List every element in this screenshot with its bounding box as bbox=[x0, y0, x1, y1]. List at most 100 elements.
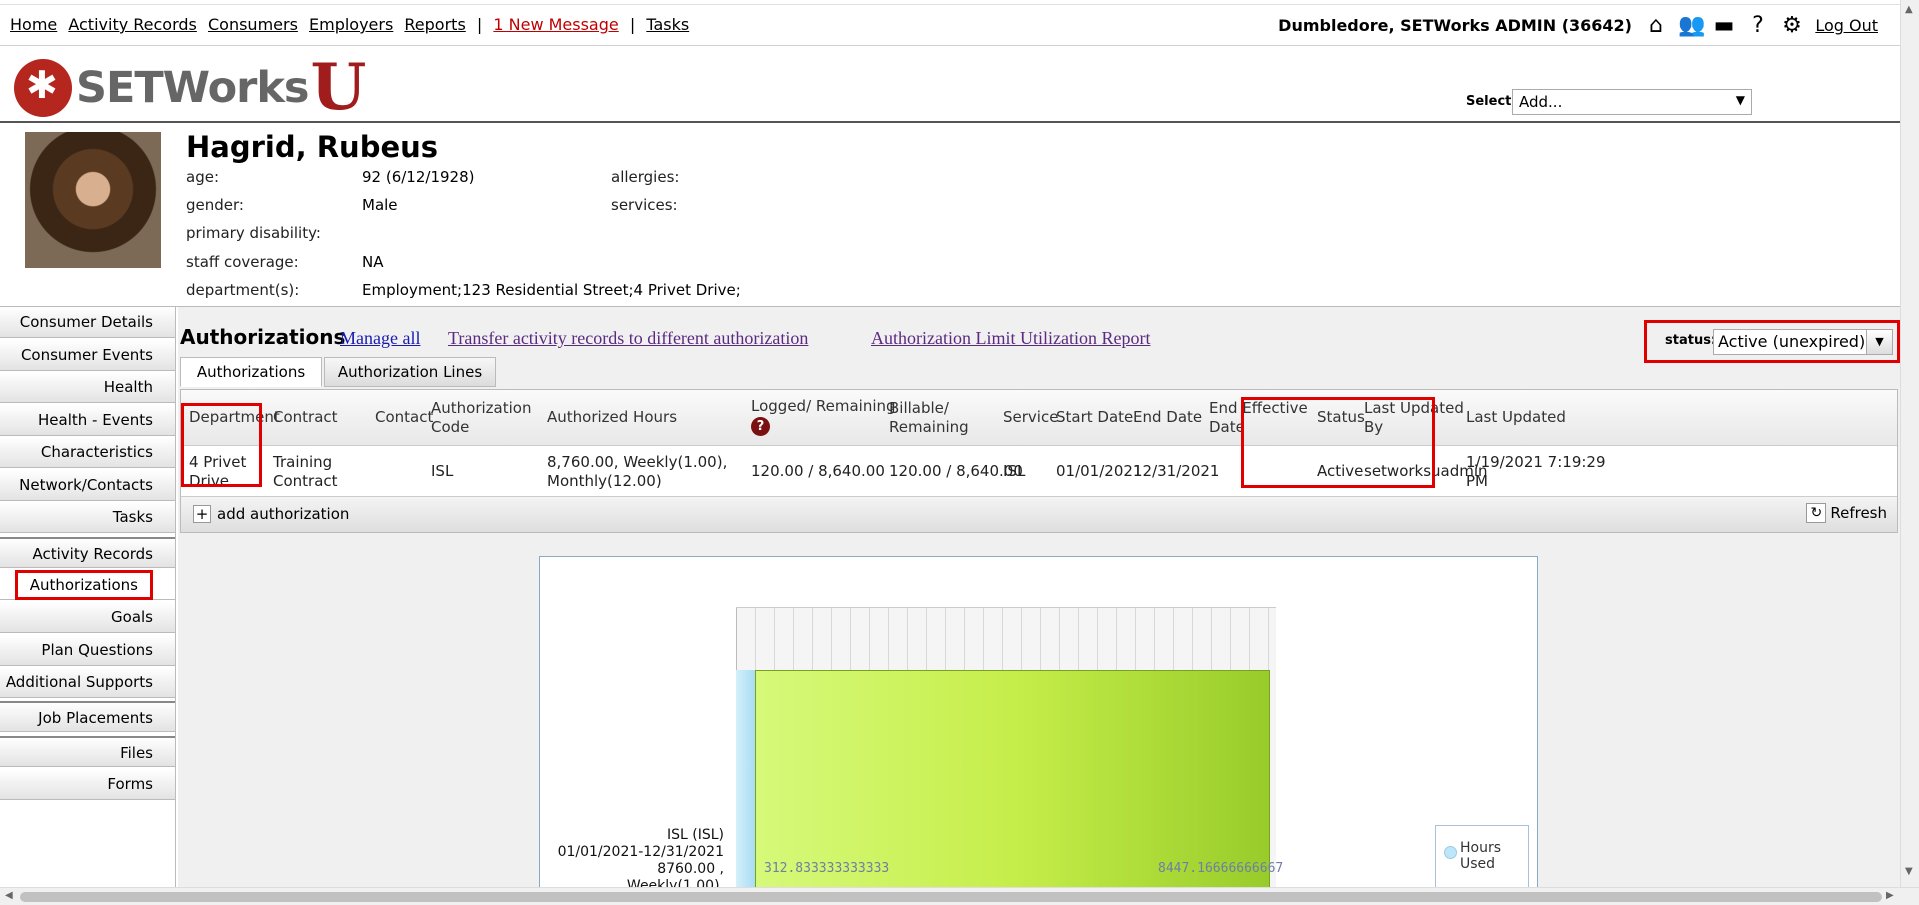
gender-value: Male bbox=[362, 196, 398, 214]
sidebar-item-label: Job Placements bbox=[38, 709, 153, 727]
select-add-dropdown[interactable]: Add... ▼ bbox=[1512, 89, 1752, 115]
column-header-last-updated[interactable]: Last Updated bbox=[1466, 408, 1566, 427]
help-icon[interactable]: ? bbox=[1746, 14, 1770, 38]
status-select[interactable]: Active (unexpired) ▼ bbox=[1713, 329, 1893, 355]
horizontal-scrollbar[interactable]: ◀ ▶ bbox=[0, 887, 1919, 905]
home-icon[interactable]: ⌂ bbox=[1644, 14, 1668, 38]
column-header-authorized-hours[interactable]: Authorized Hours bbox=[547, 408, 677, 427]
help-icon[interactable]: ? bbox=[751, 417, 770, 436]
people-icon[interactable]: 👥 bbox=[1678, 14, 1705, 38]
add-authorization-button[interactable]: + add authorization bbox=[193, 505, 349, 523]
nav-consumers-link[interactable]: Consumers bbox=[208, 15, 298, 34]
bar-hours-used bbox=[736, 670, 755, 905]
status-select-value: Active (unexpired) bbox=[1718, 332, 1866, 351]
horizontal-scroll-thumb[interactable] bbox=[20, 892, 1882, 902]
top-nav: Home Activity Records Consumers Employer… bbox=[0, 4, 1900, 46]
select-add-label: Select: bbox=[1466, 94, 1517, 109]
sidebar-item-forms[interactable]: Forms bbox=[0, 769, 175, 800]
column-header-contact[interactable]: Contact bbox=[375, 408, 433, 427]
age-value: 92 (6/12/1928) bbox=[362, 168, 475, 186]
nav-separator: | bbox=[629, 15, 636, 34]
authorizations-table: Department Contract Contact Authorizatio… bbox=[180, 389, 1898, 533]
sidebar-item-label: Consumer Events bbox=[20, 346, 153, 364]
cell-last-updated: 1/19/2021 7:19:29 PM bbox=[1466, 453, 1606, 491]
sidebar-item-authorizations[interactable]: Authorizations bbox=[0, 569, 175, 600]
category-label: ISL (ISL) 01/01/2021-12/31/2021 8760.00 … bbox=[540, 827, 724, 895]
manage-all-link[interactable]: Manage all bbox=[340, 328, 420, 349]
sidebar-item-job-placements[interactable]: Job Placements bbox=[0, 701, 175, 732]
nav-reports-link[interactable]: Reports bbox=[404, 15, 465, 34]
category-label-line2: 01/01/2021-12/31/2021 bbox=[557, 844, 724, 860]
add-authorization-label: add authorization bbox=[217, 505, 350, 523]
scroll-left-icon[interactable]: ◀ bbox=[5, 890, 13, 901]
vertical-scrollbar[interactable]: ▲ ▼ bbox=[1900, 0, 1919, 887]
sidebar-item-plan-questions[interactable]: Plan Questions bbox=[0, 635, 175, 666]
sidebar-item-consumer-details[interactable]: Consumer Details bbox=[0, 307, 175, 338]
column-header-auth-code[interactable]: Authorization Code bbox=[431, 399, 531, 437]
column-header-contract[interactable]: Contract bbox=[273, 408, 338, 427]
cell-contract: Training Contract bbox=[273, 453, 338, 491]
column-header-end-date[interactable]: End Date bbox=[1133, 408, 1202, 427]
sidebar-item-label: Health bbox=[103, 378, 153, 396]
sidebar-item-activity-records[interactable]: Activity Records bbox=[0, 537, 175, 568]
chevron-down-icon[interactable]: ▼ bbox=[1866, 330, 1892, 354]
transfer-activity-records-link[interactable]: Transfer activity records to different a… bbox=[448, 328, 808, 349]
column-header-service[interactable]: Service bbox=[1003, 408, 1058, 427]
setworks-logo[interactable]: SETWorks U bbox=[14, 56, 366, 120]
sidebar-item-label: Characteristics bbox=[40, 443, 153, 461]
refresh-button[interactable]: ↻ Refresh bbox=[1806, 503, 1887, 523]
column-header-auth-code-line2: Code bbox=[431, 418, 470, 436]
scroll-right-icon[interactable]: ▶ bbox=[1886, 890, 1894, 901]
logo-bar: SETWorks U Select: Add... ▼ bbox=[0, 47, 1900, 123]
gender-label: gender: bbox=[186, 196, 244, 214]
sidebar-item-label: Files bbox=[120, 744, 153, 762]
staff-coverage-value: NA bbox=[362, 253, 384, 271]
sidebar-item-goals[interactable]: Goals bbox=[0, 602, 175, 633]
sidebar-item-label: Forms bbox=[107, 775, 153, 793]
data-label-hours-used: 312.833333333333 bbox=[764, 861, 890, 876]
logo-text: SETWorks bbox=[76, 63, 310, 113]
briefcase-icon[interactable]: ▬ bbox=[1712, 14, 1736, 38]
logout-link[interactable]: Log Out bbox=[1815, 16, 1878, 35]
sidebar-item-network-contacts[interactable]: Network/Contacts bbox=[0, 470, 175, 501]
column-header-logged-remaining-label: Logged/ Remaining bbox=[751, 397, 896, 415]
table-footer: + add authorization ↻ Refresh bbox=[181, 496, 1897, 532]
sidebar-item-tasks[interactable]: Tasks bbox=[0, 502, 175, 533]
nav-new-message-link[interactable]: 1 New Message bbox=[493, 15, 618, 34]
data-label-hours-remaining: 8447.16666666667 bbox=[1158, 861, 1284, 876]
sidebar-item-label: Network/Contacts bbox=[19, 476, 153, 494]
cell-start-date: 01/01/2021 bbox=[1056, 462, 1143, 480]
sidebar-item-files[interactable]: Files bbox=[0, 736, 175, 767]
nav-home-link[interactable]: Home bbox=[10, 15, 57, 34]
scroll-down-icon[interactable]: ▼ bbox=[1905, 866, 1913, 877]
scroll-up-icon[interactable]: ▲ bbox=[1905, 4, 1913, 15]
top-nav-links: Home Activity Records Consumers Employer… bbox=[10, 15, 695, 34]
status-label: status: bbox=[1665, 333, 1717, 348]
nav-separator: | bbox=[476, 15, 483, 34]
tab-authorizations[interactable]: Authorizations bbox=[180, 357, 322, 387]
sidebar-item-label: Goals bbox=[111, 608, 153, 626]
nav-employers-link[interactable]: Employers bbox=[309, 15, 393, 34]
authorization-utilization-chart: 312.833333333333 8447.16666666667 ISL (I… bbox=[539, 556, 1538, 905]
column-header-auth-code-line1: Authorization bbox=[431, 399, 532, 417]
column-header-billable-remaining[interactable]: Billable/Remaining bbox=[889, 399, 969, 437]
nav-activity-records-link[interactable]: Activity Records bbox=[68, 15, 197, 34]
tab-authorization-lines[interactable]: Authorization Lines bbox=[324, 357, 496, 387]
sidebar-item-characteristics[interactable]: Characteristics bbox=[0, 437, 175, 468]
sidebar-item-health[interactable]: Health bbox=[0, 372, 175, 403]
gear-icon[interactable]: ⚙ bbox=[1780, 14, 1804, 38]
nav-tasks-link[interactable]: Tasks bbox=[646, 15, 689, 34]
authorization-limit-report-link[interactable]: Authorization Limit Utilization Report bbox=[871, 328, 1150, 349]
sidebar-item-consumer-events[interactable]: Consumer Events bbox=[0, 340, 175, 371]
consumer-sidebar: Consumer Details Consumer Events Health … bbox=[0, 307, 176, 905]
refresh-label: Refresh bbox=[1830, 504, 1887, 522]
sidebar-item-additional-supports[interactable]: Additional Supports bbox=[0, 667, 175, 698]
column-header-logged-remaining[interactable]: Logged/ Remaining? bbox=[751, 397, 896, 436]
sidebar-item-label: Plan Questions bbox=[41, 641, 153, 659]
cell-contract-line1: Training bbox=[273, 453, 333, 471]
consumer-name: Hagrid, Rubeus bbox=[186, 130, 439, 164]
legend-swatch-hours-used bbox=[1444, 846, 1457, 859]
sidebar-item-health-events[interactable]: Health - Events bbox=[0, 405, 175, 436]
column-header-start-date[interactable]: Start Date bbox=[1056, 408, 1133, 427]
page-title: Authorizations bbox=[180, 325, 346, 349]
